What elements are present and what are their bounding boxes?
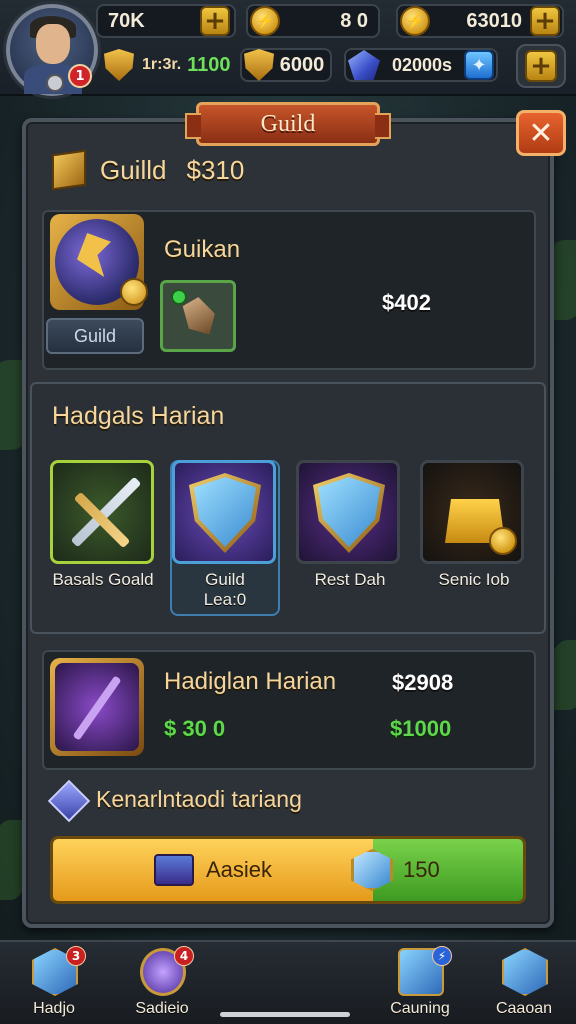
- reward-label-2: Guild: [205, 570, 245, 589]
- panel-title: Guild: [185, 102, 391, 146]
- coins-value: 70K: [108, 9, 145, 32]
- add-coins-button[interactable]: +: [200, 6, 230, 36]
- add-gems-button[interactable]: ✦: [464, 50, 494, 80]
- home-indicator[interactable]: [220, 1012, 350, 1017]
- reward-label-4: Senic Iob: [438, 570, 510, 589]
- nav-label: Hadjo: [33, 1000, 75, 1017]
- nav-item-hadjo[interactable]: 3 Hadjo: [12, 946, 96, 1024]
- coins-pill: 70K +: [96, 4, 236, 38]
- guild-name: Guilld: [100, 154, 167, 185]
- action-left: Aasiek: [53, 839, 373, 901]
- avatar-notification-badge: 1: [68, 64, 92, 88]
- staff-rod: [72, 675, 122, 741]
- chest-icon: [153, 854, 194, 886]
- guild-amount: $310: [186, 154, 245, 185]
- gold-coin-icon: ⚡: [400, 6, 430, 36]
- crest-coin-icon: [120, 278, 148, 306]
- reward-label-1: Basals Goald: [52, 570, 154, 589]
- gem-icon: [348, 50, 380, 80]
- nav-label: Caaoan: [495, 1000, 553, 1017]
- energy-value: 8 0: [340, 9, 368, 32]
- nav-badge: 3: [66, 946, 86, 966]
- trophy-value: 1100: [187, 53, 231, 76]
- guild-sub-name: Guikan: [164, 236, 241, 263]
- rewards-section-title: Hadgals Harian: [52, 402, 225, 430]
- nav-item-sadieio[interactable]: 4 Sadieio: [120, 946, 204, 1024]
- reward-card-2[interactable]: [172, 460, 276, 564]
- gems-pill: 02000s ✦: [344, 48, 498, 82]
- shield-icon: [104, 49, 134, 81]
- daily-green-right: $1000: [390, 716, 452, 741]
- nav-label: Sadieio: [135, 1000, 189, 1017]
- guild-crest[interactable]: [50, 214, 148, 310]
- nav-badge: ⚡: [432, 946, 452, 966]
- gold-coin-small-icon: [489, 527, 517, 555]
- gold-value: 63010: [466, 9, 522, 32]
- sword-icon: [70, 476, 142, 548]
- guild-header: Guilld $310: [52, 148, 244, 192]
- gems-value: 02000s: [391, 54, 453, 75]
- nav-item-cauning[interactable]: ⚡ Cauning: [378, 946, 462, 1024]
- crystal-shield-icon: [318, 477, 380, 547]
- blue-shield-icon: [194, 477, 256, 547]
- action-button[interactable]: Aasiek 150: [50, 836, 526, 904]
- nav-item-caaoan[interactable]: Caaoan: [482, 948, 566, 1024]
- gold-pill: ⚡ 63010 +: [396, 4, 564, 38]
- guild-value: $402: [382, 290, 431, 315]
- guild-button[interactable]: Guild: [46, 318, 144, 354]
- plus-icon: +: [525, 50, 557, 82]
- sub-heading: Kenarlntaodi tariang: [96, 786, 302, 812]
- reward-card-3[interactable]: [296, 460, 400, 564]
- reward-card-1[interactable]: [50, 460, 154, 564]
- reward-card-4[interactable]: [420, 460, 524, 564]
- reward-label-3: Rest Dah: [314, 570, 386, 589]
- add-gold-button[interactable]: +: [530, 6, 560, 36]
- daily-price: $2908: [392, 670, 454, 695]
- nav-badge: 4: [174, 946, 194, 966]
- corner-plus-button[interactable]: +: [516, 44, 566, 88]
- resource-bar: 1 70K + ⚡ 8 0 ⚡ 63010 + 1r:3r. 1100 6000…: [0, 0, 576, 96]
- nav-label: Cauning: [390, 1000, 450, 1017]
- guild-cube-icon: [52, 149, 86, 191]
- trophy-label: 1r:3r.: [142, 56, 182, 73]
- lock-icon: [46, 74, 64, 92]
- honor-value: 6000: [279, 53, 325, 76]
- daily-green-left: $ 30 0: [164, 716, 226, 741]
- green-gem-icon: [171, 289, 187, 305]
- trophy-pill: 1r:3r. 1100: [104, 48, 232, 82]
- action-label: Aasiek: [205, 857, 273, 882]
- player-avatar[interactable]: 1: [6, 4, 98, 96]
- energy-pill: ⚡ 8 0: [246, 4, 380, 38]
- avatar-face: [36, 24, 70, 64]
- item-slot[interactable]: [160, 280, 236, 352]
- action-right: 150: [351, 839, 523, 901]
- honor-shield-icon: [244, 49, 274, 81]
- action-value: 150: [403, 857, 440, 882]
- bolt-coin-icon: ⚡: [250, 6, 280, 36]
- daily-title: Hadiglan Harian: [164, 668, 337, 695]
- honor-pill: 6000: [240, 48, 332, 82]
- magic-staff-icon: [55, 663, 139, 751]
- close-button[interactable]: ✕: [516, 110, 566, 156]
- gem-icon: [502, 948, 548, 996]
- reward-sublabel-2: Lea:0: [203, 590, 247, 609]
- staff-card[interactable]: [50, 658, 144, 756]
